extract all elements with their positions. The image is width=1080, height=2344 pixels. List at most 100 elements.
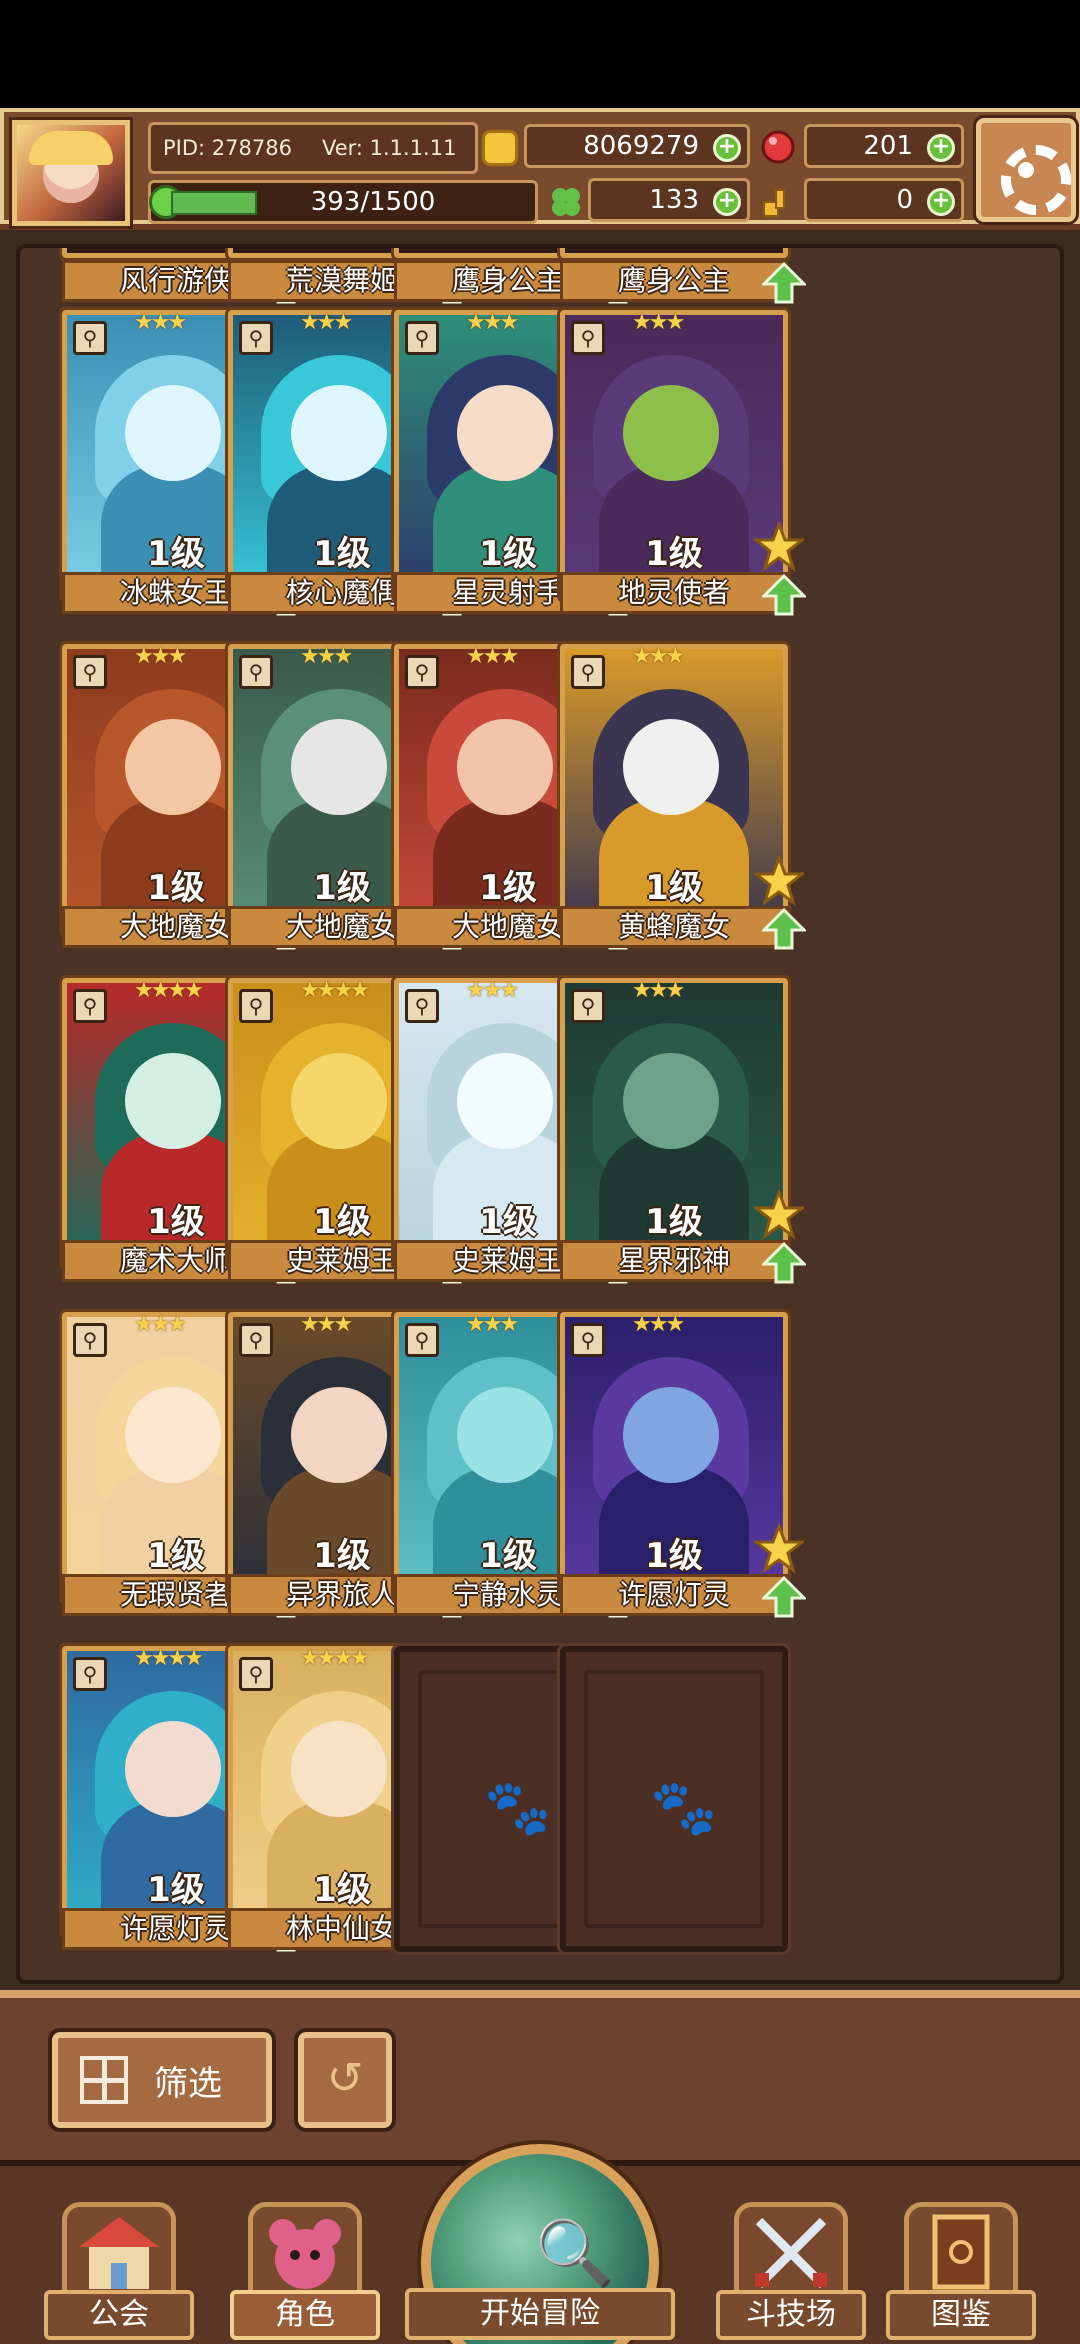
character-card[interactable]: ⚲ ★★★ 1级 许愿灯灵 — [557, 1309, 808, 1622]
add-key-button[interactable]: + — [927, 188, 955, 216]
star-badge-icon — [751, 1521, 807, 1574]
settings-gear-icon[interactable] — [973, 115, 1079, 225]
add-gold-button[interactable]: + — [713, 134, 741, 162]
nav-character[interactable]: 角色 — [230, 2184, 380, 2344]
gold-coin-icon — [482, 130, 518, 166]
rarity-stars: ★★★ — [632, 310, 685, 335]
filter-toolbar: 筛选 ↺ — [0, 1990, 1080, 2160]
character-grid: 风行游侠 荒漠舞姬 鹰身公主 鹰身公主 ⚲ ★★★ 1级 冰蛛女王 ⚲ ★★★ 1级 核心魔偶 ⚲… — [16, 244, 1064, 1984]
character-name: 黄蜂魔女 — [560, 906, 788, 948]
paw-icon: 🐾 — [484, 1776, 552, 1839]
filter-button[interactable]: 筛选 — [48, 2028, 276, 2132]
upgrade-arrow-icon — [760, 1241, 808, 1284]
rarity-stars: ★★★ — [134, 644, 187, 669]
hud-background: PID: 278786 Ver: 1.1.1.11 8069279 + 201 … — [0, 108, 1080, 229]
class-icon: ⚲ — [571, 655, 605, 689]
rarity-stars: ★★★ — [466, 978, 519, 1003]
card-frame — [557, 248, 791, 261]
crossed-swords-icon — [734, 2202, 848, 2302]
star-badge-icon — [751, 519, 807, 572]
magnifier-icon: 🔍 — [535, 2217, 615, 2291]
guild-house-icon — [62, 2202, 176, 2302]
class-icon: ⚲ — [73, 989, 107, 1023]
character-name: 许愿灯灵 — [560, 1574, 788, 1616]
rarity-stars: ★★★ — [134, 1312, 187, 1337]
upgrade-arrow-icon — [760, 261, 808, 304]
rarity-stars: ★★★ — [632, 978, 685, 1003]
rarity-stars: ★★★★ — [134, 1646, 204, 1671]
nav-codex-label: 图鉴 — [886, 2290, 1036, 2340]
class-icon: ⚲ — [239, 989, 273, 1023]
class-icon: ⚲ — [405, 1323, 439, 1357]
gold-amount: 8069279 — [583, 131, 699, 161]
class-icon: ⚲ — [239, 1323, 273, 1357]
codex-book-icon — [904, 2202, 1018, 2302]
class-icon: ⚲ — [571, 989, 605, 1023]
class-icon: ⚲ — [571, 1323, 605, 1357]
rarity-stars: ★★★ — [300, 644, 353, 669]
player-avatar[interactable] — [9, 117, 133, 229]
class-icon: ⚲ — [405, 655, 439, 689]
rarity-stars: ★★★ — [300, 310, 353, 335]
upgrade-arrow-icon — [760, 907, 808, 950]
bottom-nav: 公会 角色 🔍 开始冒险 斗技场 图鉴 — [0, 2140, 1080, 2344]
nav-character-label: 角色 — [230, 2290, 380, 2340]
nav-arena-label: 斗技场 — [716, 2290, 866, 2340]
character-panel: 风行游侠 荒漠舞姬 鹰身公主 鹰身公主 ⚲ ★★★ 1级 冰蛛女王 ⚲ ★★★ 1级 核心魔偶 ⚲… — [0, 230, 1080, 1990]
reset-icon[interactable]: ↺ — [294, 2028, 396, 2132]
class-icon: ⚲ — [405, 989, 439, 1023]
rarity-stars: ★★★ — [632, 644, 685, 669]
rarity-stars: ★★★ — [632, 1312, 685, 1337]
class-icon: ⚲ — [239, 655, 273, 689]
clover-icon — [552, 188, 580, 216]
filter-label: 筛选 — [154, 2063, 222, 2104]
star-badge-icon — [751, 853, 807, 906]
gem-amount: 201 — [863, 131, 913, 161]
red-gem-icon — [761, 130, 795, 164]
status-bar — [0, 0, 1080, 108]
nav-guild[interactable]: 公会 — [44, 2184, 194, 2344]
rarity-stars: ★★★★ — [134, 978, 204, 1003]
class-icon: ⚲ — [571, 321, 605, 355]
game-version: Ver: 1.1.1.11 — [321, 136, 457, 160]
class-icon: ⚲ — [239, 321, 273, 355]
class-icon: ⚲ — [73, 1323, 107, 1357]
upgrade-arrow-icon — [760, 573, 808, 616]
nav-codex[interactable]: 图鉴 — [886, 2184, 1036, 2344]
nav-adventure-label: 开始冒险 — [405, 2288, 675, 2340]
character-name: 鹰身公主 — [560, 260, 788, 302]
class-icon: ⚲ — [73, 1657, 107, 1691]
rarity-stars: ★★★ — [300, 1312, 353, 1337]
top-hud: PID: 278786 Ver: 1.1.1.11 8069279 + 201 … — [0, 108, 1080, 230]
key-amount: 0 — [896, 185, 913, 215]
character-card[interactable]: ⚲ ★★★ 1级 星界邪神 — [557, 975, 808, 1288]
character-name: 地灵使者 — [560, 572, 788, 614]
player-info: PID: 278786 Ver: 1.1.1.11 — [148, 122, 478, 174]
nav-adventure[interactable]: 🔍 开始冒险 — [405, 2140, 675, 2344]
star-badge-icon — [751, 1187, 807, 1240]
character-name: 星界邪神 — [560, 1240, 788, 1282]
character-card[interactable]: ⚲ ★★★ 1级 黄蜂魔女 — [557, 641, 808, 954]
class-icon: ⚲ — [239, 1657, 273, 1691]
character-bear-icon — [248, 2202, 362, 2302]
rarity-stars: ★★★ — [466, 1312, 519, 1337]
experience-text: 393/1500 — [310, 187, 436, 217]
character-card[interactable]: ⚲ ★★★ 1级 地灵使者 — [557, 307, 808, 620]
key-counter: 0 + — [804, 178, 964, 222]
add-gem-button[interactable]: + — [927, 134, 955, 162]
class-icon: ⚲ — [73, 655, 107, 689]
clover-counter: 133 + — [588, 178, 750, 222]
add-clover-button[interactable]: + — [713, 188, 741, 216]
filter-grid-icon — [80, 2056, 128, 2104]
rarity-stars: ★★★★ — [300, 1646, 370, 1671]
gold-counter: 8069279 + — [524, 124, 750, 168]
nav-guild-label: 公会 — [44, 2290, 194, 2340]
clover-amount: 133 — [649, 185, 699, 215]
player-id: PID: 278786 — [163, 136, 292, 160]
class-icon: ⚲ — [405, 321, 439, 355]
rarity-stars: ★★★★ — [300, 978, 370, 1003]
empty-character-slot: 🐾 — [557, 1643, 791, 1955]
experience-bar: 393/1500 — [148, 180, 538, 224]
rarity-stars: ★★★ — [466, 644, 519, 669]
nav-arena[interactable]: 斗技场 — [716, 2184, 866, 2344]
